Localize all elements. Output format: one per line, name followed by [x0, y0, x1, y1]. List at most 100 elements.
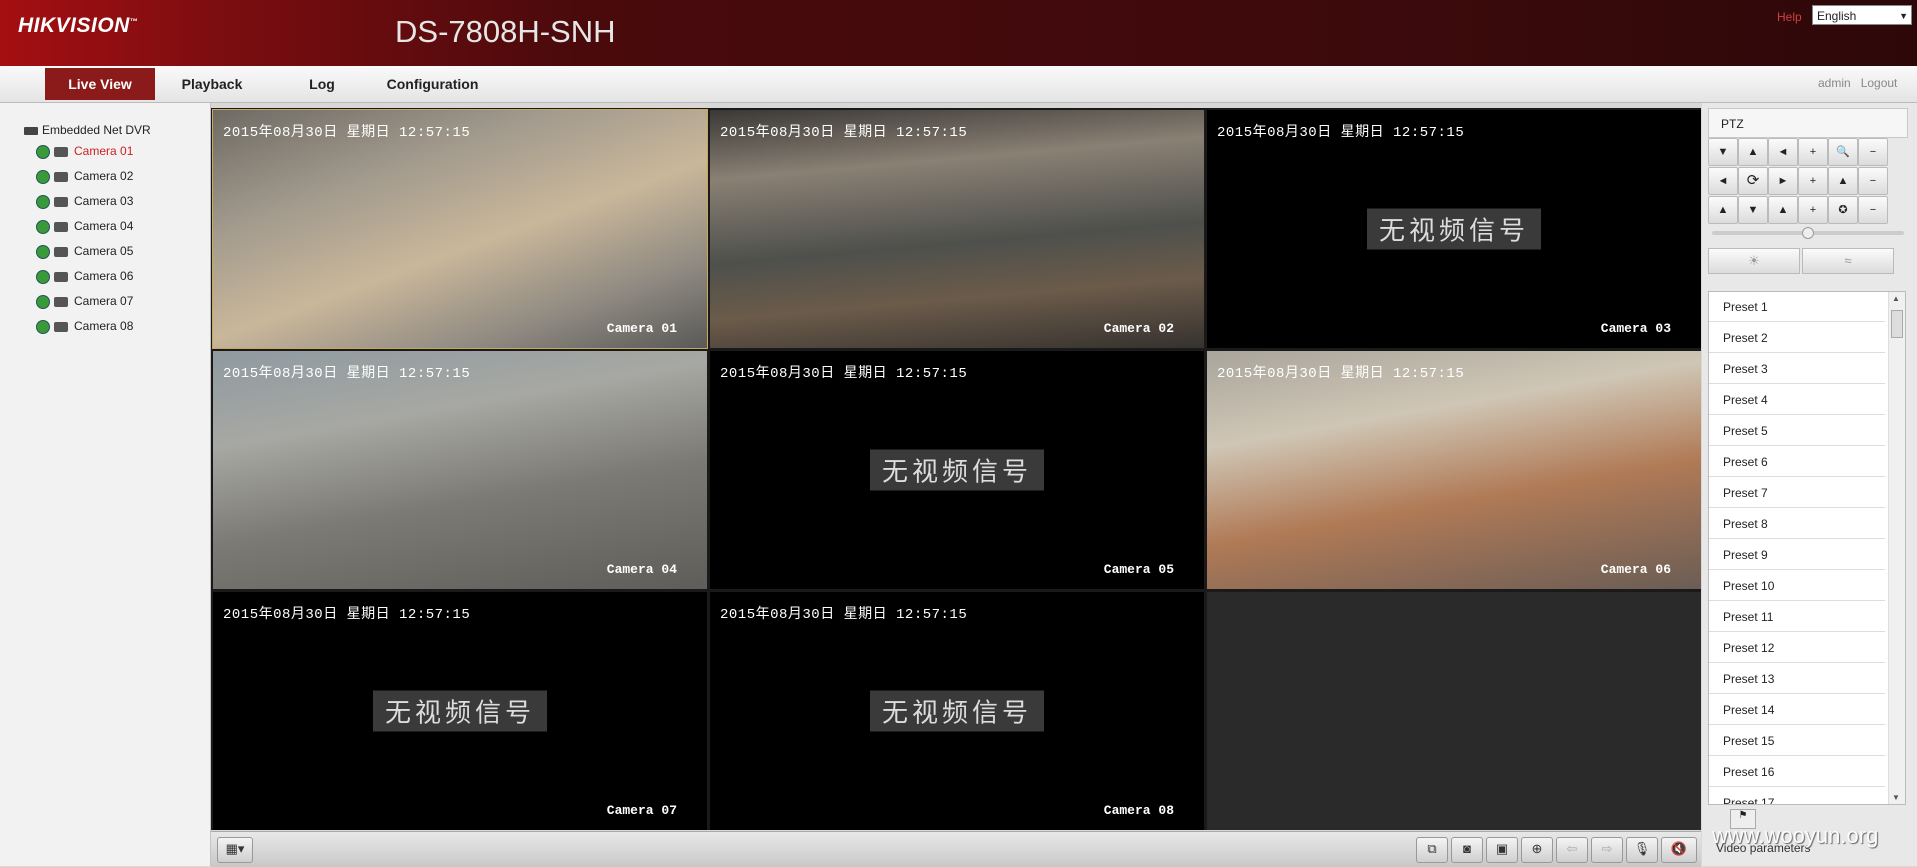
focus-far-button[interactable]: −: [1858, 167, 1888, 195]
ptz-upright-icon[interactable]: ◄: [1768, 138, 1798, 166]
preset-list: Preset 17 Preset 16 Preset 15 Preset 14 Pres…: [1708, 291, 1906, 805]
scroll-down-icon[interactable]: ▼: [1892, 793, 1900, 802]
light-icon[interactable]: ☀: [1708, 248, 1800, 274]
camera-tree-item[interactable]: Camera 07: [36, 294, 133, 309]
video-timestamp: 2015年08月30日 星期日 12:57:15: [720, 125, 968, 141]
camera-tree-item[interactable]: Camera 01: [36, 144, 133, 159]
preset-item[interactable]: Preset 6: [1709, 447, 1885, 477]
slider-knob[interactable]: [1802, 227, 1814, 239]
video-cell[interactable]: 2015年08月30日 星期日 12:57:15 无视频信号 Camera 03: [1207, 110, 1701, 348]
next-page-icon[interactable]: ⇨: [1591, 837, 1623, 863]
scroll-thumb[interactable]: [1891, 310, 1903, 338]
camera-icon: [54, 171, 68, 182]
iris-close-button[interactable]: −: [1858, 196, 1888, 224]
preset-item[interactable]: Preset 14: [1709, 695, 1885, 725]
record-icon[interactable]: ▣: [1486, 837, 1518, 863]
video-cell[interactable]: 2015年08月30日 星期日 12:57:15 Camera 01: [212, 109, 708, 349]
preset-item[interactable]: Preset 16: [1709, 757, 1885, 787]
tab-playback[interactable]: Playback: [168, 68, 256, 100]
video-timestamp: 2015年08月30日 星期日 12:57:15: [223, 607, 471, 623]
ptz-downright-icon[interactable]: ▲: [1768, 196, 1798, 224]
audio-mute-icon[interactable]: 🔇: [1661, 837, 1697, 863]
preset-item[interactable]: Preset 4: [1709, 385, 1885, 415]
capture-icon[interactable]: ◙: [1451, 837, 1483, 863]
zoom-out-button[interactable]: −: [1858, 138, 1888, 166]
camera-status-icon: [36, 244, 50, 259]
video-grid: 2015年08月30日 星期日 12:57:15 Camera 01 2015年08…: [211, 108, 1701, 830]
preset-scrollbar[interactable]: ▲ ▼: [1888, 292, 1905, 804]
camera-label: Camera 08: [74, 319, 134, 333]
preset-item[interactable]: Preset 15: [1709, 726, 1885, 756]
preset-item[interactable]: Preset 5: [1709, 416, 1885, 446]
iris-icon[interactable]: ✪: [1828, 196, 1858, 224]
focus-near-button[interactable]: +: [1798, 167, 1828, 195]
preset-item[interactable]: Preset 7: [1709, 478, 1885, 508]
preset-item[interactable]: Preset 13: [1709, 664, 1885, 694]
microphone-icon[interactable]: 🎙: [1626, 837, 1658, 863]
video-camera-label: Camera 06: [1600, 562, 1671, 577]
video-cell[interactable]: 2015年08月30日 星期日 12:57:15 Camera 04: [213, 351, 707, 589]
preset-item[interactable]: Preset 10: [1709, 571, 1885, 601]
video-cell[interactable]: 2015年08月30日 星期日 12:57:15 无视频信号 Camera 08: [710, 592, 1204, 830]
iris-open-button[interactable]: +: [1798, 196, 1828, 224]
tab-log[interactable]: Log: [290, 68, 354, 100]
ptz-auto-icon[interactable]: ⟳: [1738, 167, 1768, 195]
tab-configuration[interactable]: Configuration: [380, 68, 485, 100]
camera-status-icon: [36, 194, 50, 209]
camera-tree-item[interactable]: Camera 06: [36, 269, 133, 284]
dvr-icon: [24, 126, 38, 135]
camera-icon: [54, 321, 68, 332]
preset-item[interactable]: Preset 1: [1709, 292, 1885, 322]
scroll-up-icon[interactable]: ▲: [1892, 294, 1900, 303]
no-signal-label: 无视频信号: [372, 690, 548, 732]
preset-item[interactable]: Preset 3: [1709, 354, 1885, 384]
camera-status-icon: [36, 219, 50, 234]
camera-label: Camera 04: [74, 219, 134, 233]
camera-tree-item[interactable]: Camera 02: [36, 169, 133, 184]
preset-item[interactable]: Preset 9: [1709, 540, 1885, 570]
preset-item[interactable]: Preset 12: [1709, 633, 1885, 663]
camera-tree-item[interactable]: Camera 05: [36, 244, 133, 259]
ptz-right-icon[interactable]: ►: [1768, 167, 1798, 195]
tab-live-view[interactable]: Live View: [45, 68, 155, 100]
video-timestamp: 2015年08月30日 星期日 12:57:15: [720, 607, 968, 623]
ptz-speed-slider[interactable]: [1712, 227, 1904, 239]
video-cell[interactable]: 2015年08月30日 星期日 12:57:15 Camera 06: [1207, 351, 1701, 589]
layout-icon[interactable]: ▦▾: [217, 837, 253, 863]
preset-item[interactable]: Preset 17: [1709, 788, 1885, 804]
prev-page-icon[interactable]: ⇦: [1556, 837, 1588, 863]
camera-label: Camera 06: [74, 269, 134, 283]
preset-item[interactable]: Preset 8: [1709, 509, 1885, 539]
ptz-downleft-icon[interactable]: ▲: [1708, 196, 1738, 224]
video-cell[interactable]: 2015年08月30日 星期日 12:57:15 无视频信号 Camera 07: [213, 592, 707, 830]
video-cell[interactable]: 2015年08月30日 星期日 12:57:15 无视频信号 Camera 05: [710, 351, 1204, 589]
video-cell-empty[interactable]: [1207, 592, 1701, 830]
ptz-down-icon[interactable]: ▼: [1738, 196, 1768, 224]
zoom-in-button[interactable]: +: [1798, 138, 1828, 166]
logout-link[interactable]: Logout: [1861, 76, 1898, 90]
language-select[interactable]: English ▼: [1812, 5, 1912, 25]
video-cell[interactable]: 2015年08月30日 星期日 12:57:15 Camera 02: [710, 110, 1204, 348]
tree-root-dvr[interactable]: Embedded Net DVR: [24, 123, 151, 137]
video-camera-label: Camera 03: [1600, 321, 1671, 336]
wiper-icon[interactable]: ≈: [1802, 248, 1894, 274]
no-signal-label: 无视频信号: [1366, 208, 1542, 250]
preset-item[interactable]: Preset 11: [1709, 602, 1885, 632]
ptz-up-icon[interactable]: ▲: [1738, 138, 1768, 166]
ptz-upleft-icon[interactable]: ▼: [1708, 138, 1738, 166]
camera-tree-item[interactable]: Camera 04: [36, 219, 133, 234]
hikvision-logo: HIKVISION™: [18, 14, 139, 37]
preset-item[interactable]: Preset 2: [1709, 323, 1885, 353]
ptz-left-icon[interactable]: ◄: [1708, 167, 1738, 195]
help-link[interactable]: Help: [1777, 10, 1802, 24]
camera-icon: [54, 246, 68, 257]
camera-tree-item[interactable]: Camera 03: [36, 194, 133, 209]
zoom-icon[interactable]: 🔍: [1828, 138, 1858, 166]
camera-tree-item[interactable]: Camera 08: [36, 319, 133, 334]
focus-icon[interactable]: ▲: [1828, 167, 1858, 195]
ptz-header[interactable]: PTZ: [1708, 108, 1908, 138]
video-camera-label: Camera 02: [1103, 321, 1174, 336]
digital-zoom-icon[interactable]: ⊕: [1521, 837, 1553, 863]
stop-all-icon[interactable]: ⧉: [1416, 837, 1448, 863]
camera-label: Camera 07: [74, 294, 134, 308]
